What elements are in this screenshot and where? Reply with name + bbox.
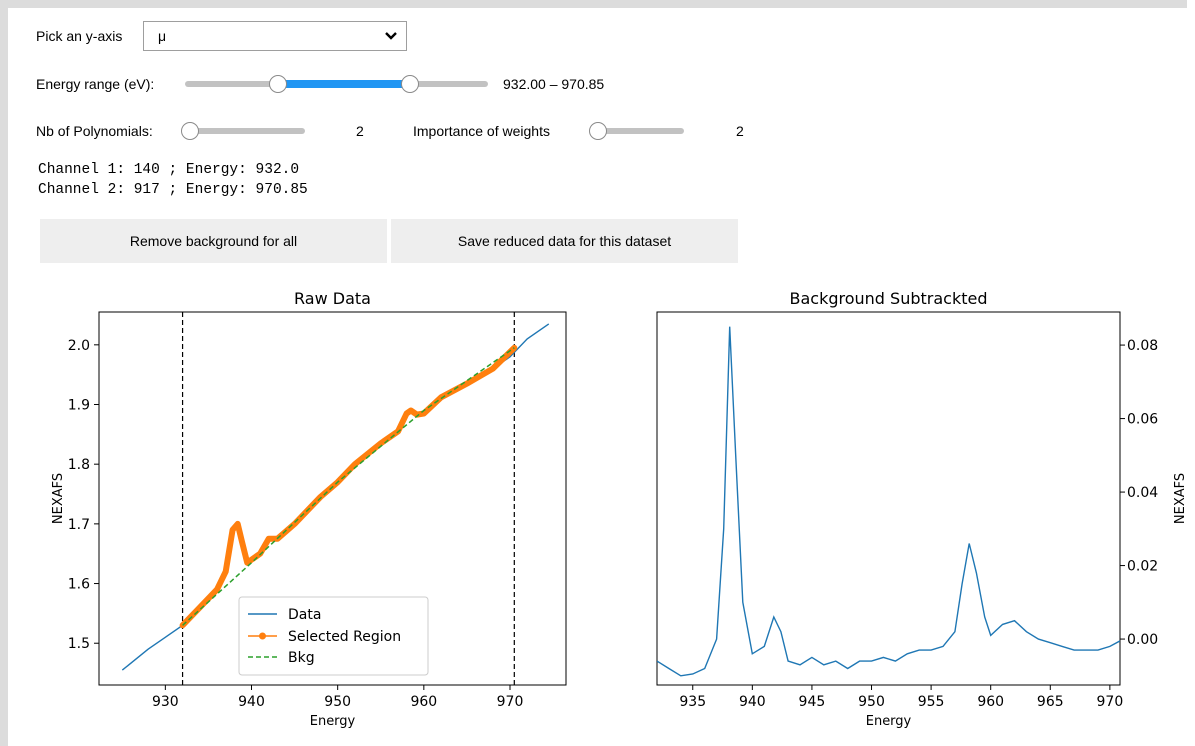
raw-data-chart: Raw Data 930 940 950 960 970 Energy 1.5 1.6 1.7 1.… — [51, 289, 567, 729]
y-tick-label: 0.04 — [1127, 485, 1158, 501]
legend-selected-marker — [259, 632, 266, 640]
y-tick-label: 0.08 — [1127, 338, 1158, 354]
x-tick-label: 945 — [799, 694, 826, 710]
y-tick-label: 2.0 — [68, 338, 90, 354]
plot-frame — [656, 311, 1121, 686]
legend-entry: Data — [288, 607, 321, 623]
legend-entry: Bkg — [288, 650, 315, 666]
x-tick-label: 950 — [324, 694, 351, 710]
y-axis-label: NEXAFS — [1173, 473, 1188, 524]
x-axis-label: Energy — [310, 714, 356, 729]
y-tick-label: 1.9 — [68, 398, 90, 414]
x-tick-label: 935 — [679, 694, 706, 710]
x-tick-label: 960 — [977, 694, 1004, 710]
y-tick-label: 1.6 — [68, 577, 90, 593]
plots-area: Raw Data 930 940 950 960 970 Energy 1.5 1.6 1.7 1.… — [51, 289, 1188, 729]
y-tick-label: 0.02 — [1127, 559, 1158, 575]
x-tick-label: 955 — [918, 694, 945, 710]
x-tick-label: 940 — [739, 694, 766, 710]
y-axis-label: NEXAFS — [51, 473, 66, 524]
x-tick-label: 930 — [152, 694, 179, 710]
chart-title: Background Subtrackted — [790, 289, 988, 308]
x-tick-label: 960 — [410, 694, 437, 710]
chart-title: Raw Data — [294, 289, 371, 308]
x-tick-label: 970 — [497, 694, 524, 710]
legend-entry: Selected Region — [288, 629, 401, 645]
chart-legend: Data Selected Region Bkg — [238, 596, 429, 676]
x-tick-label: 970 — [1097, 694, 1124, 710]
y-tick-label: 1.5 — [68, 636, 90, 652]
y-tick-label: 1.7 — [68, 517, 90, 533]
y-tick-label: 0.06 — [1127, 412, 1158, 428]
x-tick-label: 940 — [238, 694, 265, 710]
x-axis-label: Energy — [866, 714, 912, 729]
x-tick-label: 950 — [858, 694, 885, 710]
y-tick-label: 0.00 — [1127, 632, 1158, 648]
x-tick-label: 965 — [1037, 694, 1064, 710]
background-subtracted-chart: Background Subtrackted 935 940 945 950 955 960… — [656, 289, 1188, 729]
y-tick-label: 1.8 — [68, 457, 90, 473]
